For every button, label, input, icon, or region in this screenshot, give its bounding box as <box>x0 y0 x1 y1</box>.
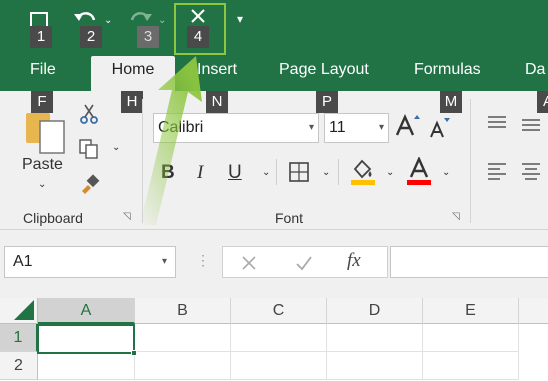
tab-file[interactable]: File <box>30 56 64 91</box>
font-group-label: Font <box>275 210 304 226</box>
column-header-f[interactable] <box>519 298 548 324</box>
cancel-icon[interactable] <box>241 255 257 271</box>
cell-d2[interactable] <box>327 352 423 380</box>
fill-handle[interactable] <box>131 350 137 356</box>
cell-b2[interactable] <box>135 352 231 380</box>
tab-page-layout-label: Page Layout <box>279 61 369 78</box>
formula-bar-grip-icon[interactable]: ⋮ <box>196 252 210 269</box>
format-painter-icon[interactable] <box>78 173 100 195</box>
font-launcher-icon[interactable]: ◹ <box>452 211 460 222</box>
paste-button-label[interactable]: Paste <box>22 156 63 174</box>
row-header-1[interactable]: 1 <box>0 324 38 352</box>
fill-color-icon[interactable] <box>350 157 376 187</box>
cell-d1[interactable] <box>327 324 423 352</box>
enter-icon[interactable] <box>295 255 313 271</box>
cell-a2[interactable] <box>38 352 135 380</box>
name-box[interactable]: A1 ▾ <box>4 246 176 278</box>
callout-arrow <box>140 56 202 225</box>
group-divider <box>470 99 471 223</box>
quick-access-toolbar: 1 ⌄ 2 ⌄ 3 4 ▾ <box>0 0 548 56</box>
paste-dropdown-icon[interactable]: ⌄ <box>38 179 46 190</box>
keytip-formulas: M <box>440 91 462 113</box>
tab-data[interactable]: Da <box>525 56 548 91</box>
tab-formulas[interactable]: Formulas <box>414 56 490 91</box>
underline-dropdown-icon[interactable]: ⌄ <box>262 167 270 178</box>
keytip-data: A <box>537 91 548 113</box>
redo-dropdown-icon[interactable]: ⌄ <box>158 15 166 26</box>
custom-command-icon[interactable] <box>188 6 208 26</box>
cut-icon[interactable] <box>78 103 100 125</box>
font-size-dropdown-icon[interactable]: ▾ <box>379 114 384 142</box>
borders-icon[interactable] <box>288 161 310 183</box>
copy-icon[interactable] <box>78 138 100 160</box>
column-header-e[interactable]: E <box>423 298 519 324</box>
paste-icon[interactable] <box>24 107 68 155</box>
keytip-page-layout: P <box>316 91 338 113</box>
cell-c2[interactable] <box>231 352 327 380</box>
select-all-icon <box>14 300 34 320</box>
tab-formulas-label: Formulas <box>414 61 481 78</box>
insert-function-icon[interactable]: fx <box>347 250 361 272</box>
font-name-dropdown-icon[interactable]: ▾ <box>309 114 314 142</box>
column-header-d[interactable]: D <box>327 298 423 324</box>
active-cell-a1[interactable] <box>37 324 135 354</box>
keytip-save: 1 <box>30 26 52 48</box>
cell-e2[interactable] <box>423 352 519 380</box>
cell-e1[interactable] <box>423 324 519 352</box>
row-header-2[interactable]: 2 <box>0 352 38 380</box>
keytip-redo: 3 <box>137 26 159 48</box>
column-header-a[interactable]: A <box>38 298 135 324</box>
keytip-undo: 2 <box>80 26 102 48</box>
tab-data-label: Da <box>525 61 546 78</box>
ribbon-home: F H N P M A Paste ⌄ ⌄ Clipboard ◹ Calibr… <box>0 91 548 230</box>
cell-b1[interactable] <box>135 324 231 352</box>
toolbar-separator <box>276 159 277 185</box>
customize-qat-icon[interactable]: ▾ <box>237 12 243 26</box>
grow-font-icon[interactable] <box>394 113 420 139</box>
clipboard-group-label: Clipboard <box>23 210 83 226</box>
column-header-b[interactable]: B <box>135 298 231 324</box>
name-box-value: A1 <box>13 253 33 270</box>
font-color-icon[interactable] <box>406 157 432 187</box>
font-size-value: 11 <box>329 119 346 136</box>
formula-bar: A1 ▾ ⋮ fx <box>0 230 548 298</box>
align-center-icon[interactable] <box>520 161 542 183</box>
font-size-box[interactable]: 11 ▾ <box>324 113 389 143</box>
copy-dropdown-icon[interactable]: ⌄ <box>112 142 120 153</box>
tab-file-label: File <box>30 61 56 78</box>
name-box-dropdown-icon[interactable]: ▾ <box>162 247 167 277</box>
fill-color-dropdown-icon[interactable]: ⌄ <box>386 167 394 178</box>
column-header-c[interactable]: C <box>231 298 327 324</box>
borders-dropdown-icon[interactable]: ⌄ <box>322 167 330 178</box>
cell-c1[interactable] <box>231 324 327 352</box>
formula-buttons: fx <box>222 246 388 278</box>
ribbon-tabs: File Home Insert Page Layout Formulas Da <box>0 56 548 91</box>
shrink-font-icon[interactable] <box>428 117 450 139</box>
underline-button[interactable]: U <box>228 162 242 184</box>
tab-page-layout[interactable]: Page Layout <box>279 56 379 91</box>
toolbar-separator <box>338 159 339 185</box>
align-top-icon[interactable] <box>486 113 508 135</box>
undo-dropdown-icon[interactable]: ⌄ <box>104 15 112 26</box>
worksheet-grid: A B C D E 1 2 <box>0 298 548 381</box>
align-middle-icon[interactable] <box>520 113 542 135</box>
select-all-corner[interactable] <box>0 298 38 324</box>
align-left-icon[interactable] <box>486 161 508 183</box>
keytip-custom: 4 <box>187 26 209 48</box>
formula-input[interactable] <box>390 246 548 278</box>
font-color-dropdown-icon[interactable]: ⌄ <box>442 167 450 178</box>
